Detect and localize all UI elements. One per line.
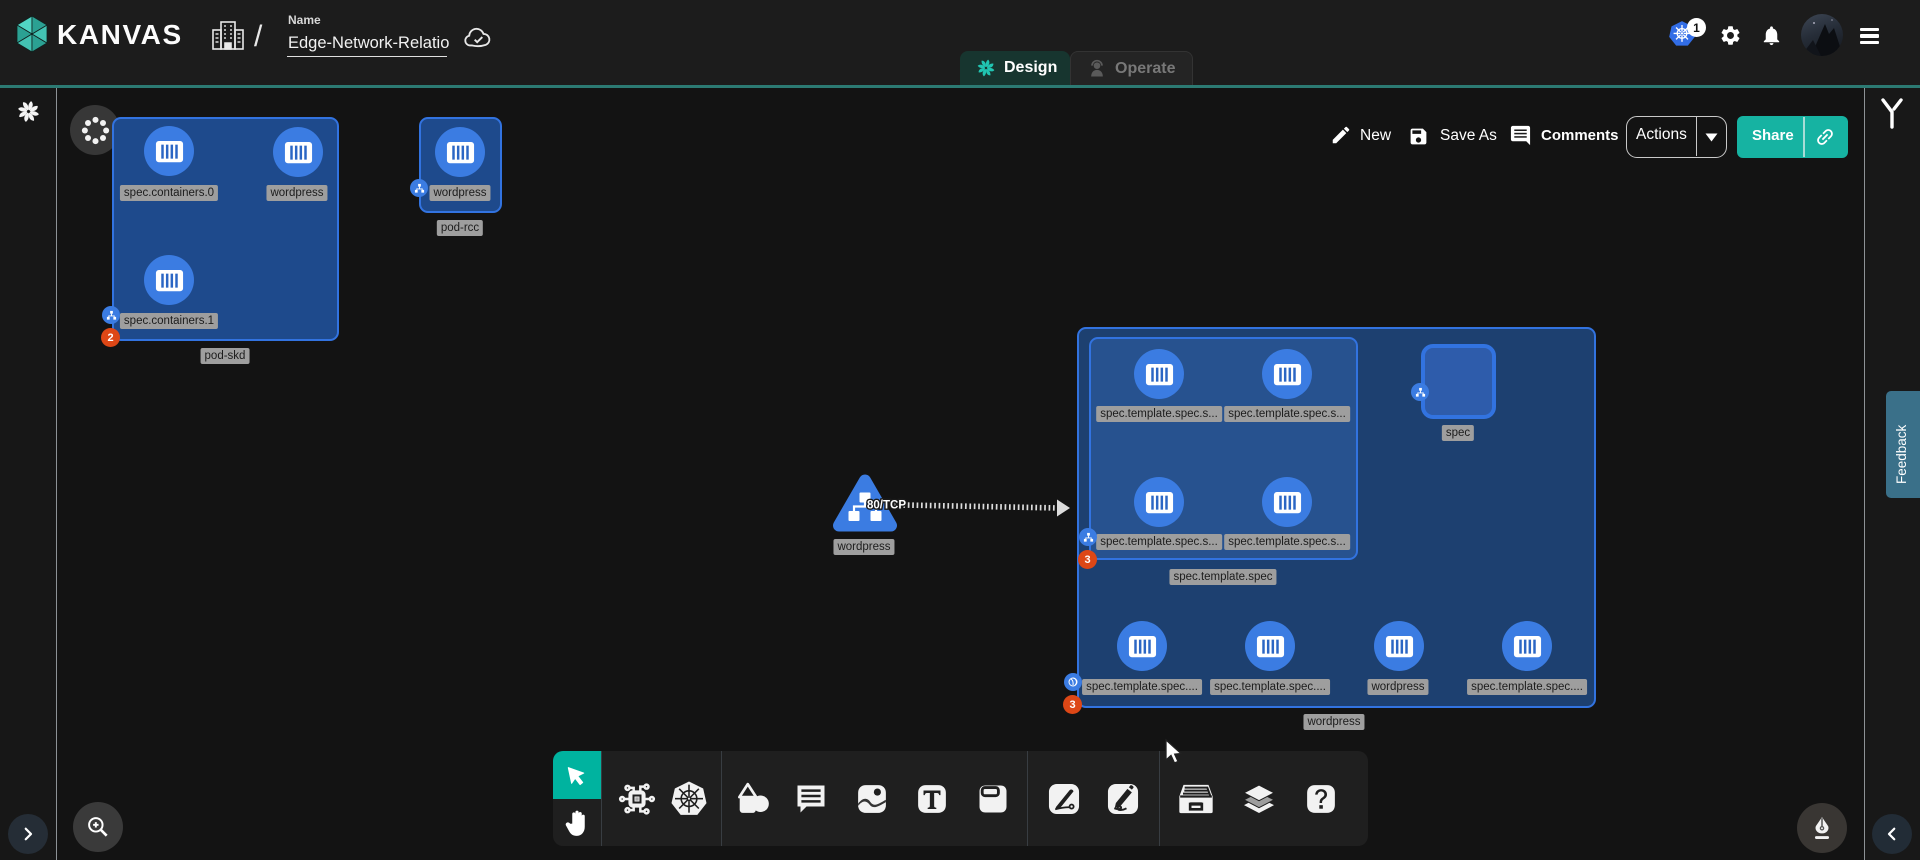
svg-text:80/TCP: 80/TCP <box>867 500 906 512</box>
